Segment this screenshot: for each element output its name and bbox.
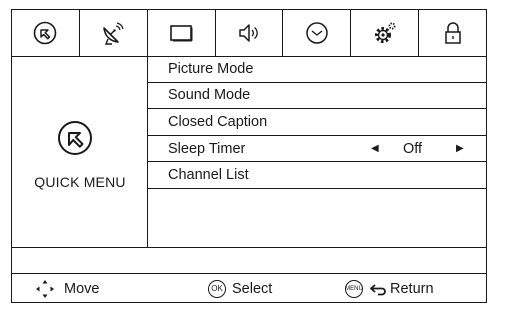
tab-sound[interactable] <box>216 10 284 56</box>
tab-time[interactable] <box>283 10 352 56</box>
speaker-icon <box>239 24 258 42</box>
move-hint: Move <box>34 274 99 303</box>
menu-item-label: Closed Caption <box>168 113 268 130</box>
lock-icon <box>444 22 461 44</box>
tab-lock[interactable] <box>419 10 486 56</box>
menu-item-label: Sound Mode <box>168 87 251 104</box>
select-hint: OK Select <box>208 274 272 303</box>
increase-arrow-icon[interactable]: ▶ <box>456 143 464 154</box>
menu-item-sleep-timer[interactable]: Sleep Timer ◀ Off ▶ <box>148 136 486 163</box>
category-tabs <box>12 10 486 57</box>
clock-icon <box>306 22 328 44</box>
sleep-timer-value: Off <box>403 140 423 157</box>
gear-icon <box>374 22 396 43</box>
return-arrow-icon <box>370 283 386 295</box>
info-row <box>12 247 486 273</box>
ok-button-icon: OK <box>208 279 226 298</box>
menu-item-closed-caption[interactable]: Closed Caption <box>148 109 486 136</box>
menu-item-label: Sleep Timer <box>168 140 246 157</box>
quick-menu-icon <box>58 121 92 155</box>
satellite-dish-icon <box>103 22 124 45</box>
select-label: Select <box>232 280 273 297</box>
quick-menu-panel: QUICK MENU <box>12 56 148 247</box>
return-hint: MENU Return <box>345 274 434 303</box>
menu-item-sound-mode[interactable]: Sound Mode <box>148 83 486 110</box>
tab-settings[interactable] <box>351 10 420 56</box>
return-label: Return <box>390 280 434 297</box>
menu-item-picture-mode[interactable]: Picture Mode <box>148 56 486 83</box>
menu-item-channel-list[interactable]: Channel List <box>148 162 486 189</box>
menu-item-label: Picture Mode <box>168 60 254 77</box>
tab-quick-menu[interactable] <box>12 10 80 56</box>
footer-hints: Move OK Select MENU Return <box>12 273 486 302</box>
screen-icon <box>170 25 193 42</box>
quick-menu-label: QUICK MENU <box>34 174 126 190</box>
move-label: Move <box>64 280 100 297</box>
directional-pad-icon <box>36 279 54 298</box>
tab-picture[interactable] <box>148 10 216 56</box>
decrease-arrow-icon[interactable]: ◀ <box>371 143 379 154</box>
tab-channel[interactable] <box>80 10 148 56</box>
menu-item-label: Channel List <box>168 167 249 184</box>
quick-menu-icon <box>34 21 57 45</box>
menu-list: Picture Mode Sound Mode Closed Caption S… <box>148 56 486 247</box>
quick-menu-window: QUICK MENU Picture Mode Sound Mode Close… <box>11 9 487 303</box>
menu-button-icon: MENU <box>345 279 363 298</box>
